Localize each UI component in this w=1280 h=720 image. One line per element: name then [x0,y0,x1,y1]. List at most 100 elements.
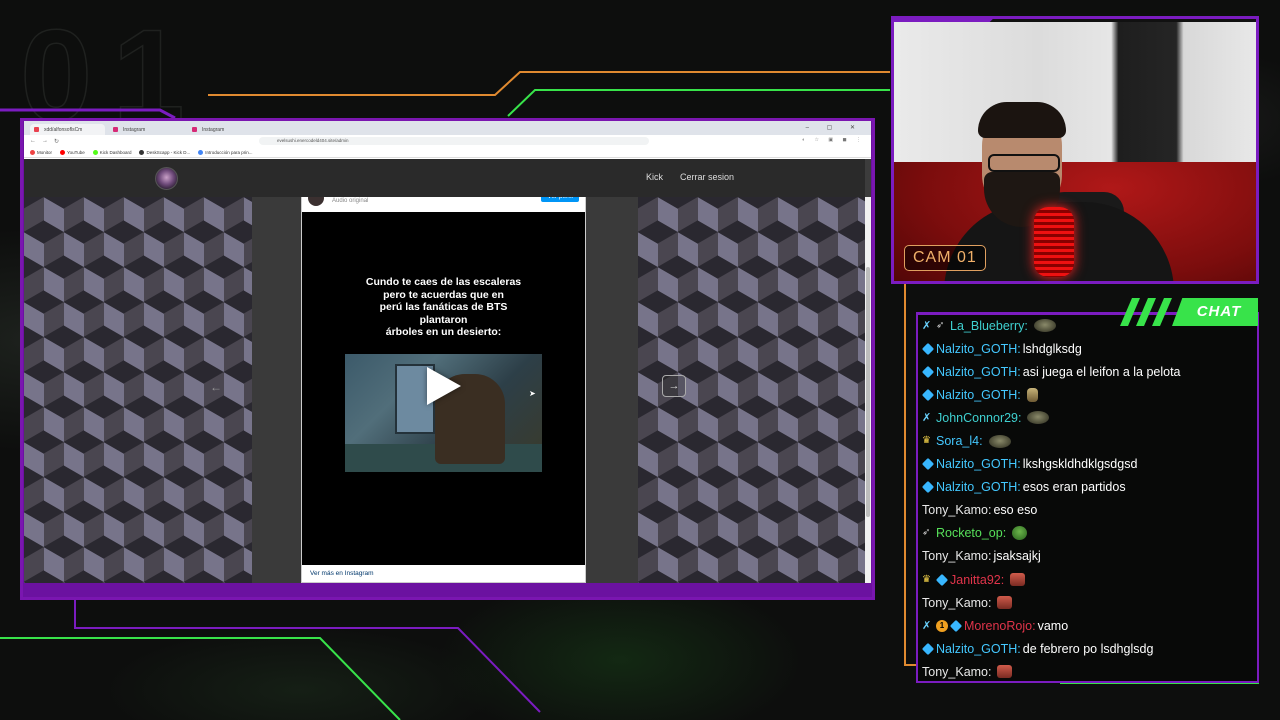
web-page: Kick Cerrar sesion Audio original Ver pe… [24,159,871,583]
chat-username[interactable]: Janitta92: [950,573,1004,587]
cube-badge-icon [921,642,935,655]
embed-footer: Ver más en Instagram [302,565,585,582]
chat-username[interactable]: Nalzito_GOTH: [936,342,1021,356]
chat-message: Nalzito_GOTH: lkshgskldhdklgsdgsd [921,453,1256,476]
emote-icon [1012,526,1028,541]
chat-username[interactable]: Tony_Kamo: [922,503,991,517]
chat-username[interactable]: Nalzito_GOTH: [936,642,1021,656]
site-header: Kick Cerrar sesion [24,159,865,197]
tab-bar: xdd/alfonsoflsCm Instagram Instagram – ▢… [24,121,871,135]
chat-username[interactable]: Nalzito_GOTH: [936,365,1021,379]
chat-message: Tony_Kamo: [922,660,1256,683]
view-more-link[interactable]: Ver más en Instagram [310,570,374,577]
chat-message: Nalzito_GOTH: [921,383,1256,406]
reel-video[interactable]: Cundo te caes de las escaleras pero te a… [302,212,585,567]
chat-message: ♛ Sora_l4: [922,429,1256,452]
chat-username[interactable]: La_Blueberry: [950,319,1028,333]
content-gutter [586,197,638,583]
content-gutter [252,197,301,583]
sub-badge-icon: 1 [936,619,948,632]
site-nav: Kick Cerrar sesion [646,172,734,182]
chat-message: Tony_Kamo: [922,591,1256,614]
tab-instagram-1[interactable]: Instagram [109,124,184,135]
bookmark-item[interactable]: Introducción para prin... [198,149,253,155]
cam-label: CAM 01 [904,245,986,271]
bookmark-item[interactable]: Kick Dashboard [92,149,131,155]
chat-message: ➶ Rocketo_op: [922,522,1256,545]
chat-text: eso eso [993,503,1038,518]
chat-text: vamo [1037,618,1069,633]
chat-username[interactable]: Tony_Kamo: [922,596,991,610]
sword-badge-icon: ✗ [922,619,932,632]
nav-logout-link[interactable]: Cerrar sesion [680,172,734,182]
chat-message: Nalzito_GOTH: de febrero po lsdhglsdg [921,637,1256,660]
site-logo[interactable] [155,167,178,190]
microphone [1034,207,1074,277]
url-input[interactable]: evelsushi.enercodeld404.site/admin [259,137,649,145]
webcam-feed [894,22,1256,281]
emote-icon [1010,573,1026,587]
audio-label[interactable]: Audio original [332,198,368,204]
emote-icon [997,596,1013,610]
chat-username[interactable]: Tony_Kamo: [922,665,991,679]
browser-window: xdd/alfonsoflsCm Instagram Instagram – ▢… [24,121,871,583]
cube-badge-icon [935,573,949,586]
mouse-cursor-icon: ➤ [529,389,536,398]
chat-username[interactable]: Tony_Kamo: [922,549,991,563]
bookmarks-bar: Monitor YouTube Kick Dashboard DeskScapp… [24,147,871,158]
reload-icon[interactable]: ↻ [54,138,59,145]
cube-badge-icon [921,457,935,471]
chat-text: lshdglksdg [1022,341,1082,356]
chat-username[interactable]: MorenoRojo: [964,619,1036,633]
bookmark-item[interactable]: Monitor [30,149,52,155]
tab-instagram-2[interactable]: Instagram [188,124,263,135]
emote-icon [1033,319,1056,333]
instagram-favicon-icon [192,127,197,132]
cube-badge-icon [949,619,963,632]
chat-message: Nalzito_GOTH: asi juega el leifon a la pe… [921,360,1256,383]
nav-kick-link[interactable]: Kick [646,172,663,182]
bookmark-item[interactable]: YouTube [60,149,85,155]
rocket-badge-icon: ➶ [936,319,945,331]
bookmark-icon [30,149,35,155]
chat-username[interactable]: Nalzito_GOTH: [936,457,1021,471]
chat-username[interactable]: Nalzito_GOTH: [936,480,1021,494]
instagram-favicon-icon [113,127,118,132]
chat-message: Tony_Kamo: jsaksajkj [922,545,1256,568]
window-controls[interactable]: – ▢ ✕ [806,124,863,131]
chat-username[interactable]: Nalzito_GOTH: [936,388,1021,402]
chat-username[interactable]: JohnConnor29: [936,411,1021,425]
emote-icon [988,434,1011,448]
play-icon[interactable] [427,367,461,405]
address-bar-row: ← → ↻ evelsushi.enercodeld404.site/admin… [24,135,871,147]
chat-text: de febrero po lsdhglsdg [1022,641,1154,656]
chat-text: lkshgskldhdklgsdgsd [1022,457,1138,472]
sword-badge-icon: ✗ [922,411,932,424]
back-arrow-icon[interactable]: ← [30,138,36,144]
cube-badge-icon [921,342,935,355]
bookmark-item[interactable]: DeskScapp - Kick D... [139,149,190,155]
chat-username[interactable]: Rocketo_op: [936,526,1006,540]
instagram-embed: Audio original Ver perfil Cundo te caes … [301,183,586,583]
tab-admin[interactable]: xdd/alfonsoflsCm [30,124,105,135]
cube-badge-icon [921,481,935,494]
tab-label: xdd/alfonsoflsCm [44,127,83,133]
next-arrow-button[interactable]: → [662,375,686,397]
chat-message: ✗ ➶ La_Blueberry: [922,314,1256,337]
kick-icon [92,149,98,155]
crown-badge-icon: ♛ [922,573,931,585]
prev-arrow-icon[interactable]: ← [210,380,222,394]
google-icon [198,149,204,155]
chat-text: asi juega el leifon a la pelota [1022,364,1181,379]
emote-icon [997,665,1013,679]
chat-message-list: ✗ ➶ La_Blueberry: Nalzito_GOTH: lshdglksdg Na… [921,314,1256,684]
scroll-thumb[interactable] [866,267,870,517]
tab-label: Instagram [202,127,225,133]
extension-icons[interactable]: ◐ ☆ ▣ ◼ ⋮ [802,137,865,143]
page-scrollbar[interactable] [865,197,871,583]
chat-message: Tony_Kamo: eso eso [922,499,1256,522]
bookmark-icon [139,149,145,155]
forward-arrow-icon[interactable]: → [42,138,48,144]
chat-message: Nalzito_GOTH: lshdglksdg [921,337,1256,360]
chat-username[interactable]: Sora_l4: [936,434,983,448]
